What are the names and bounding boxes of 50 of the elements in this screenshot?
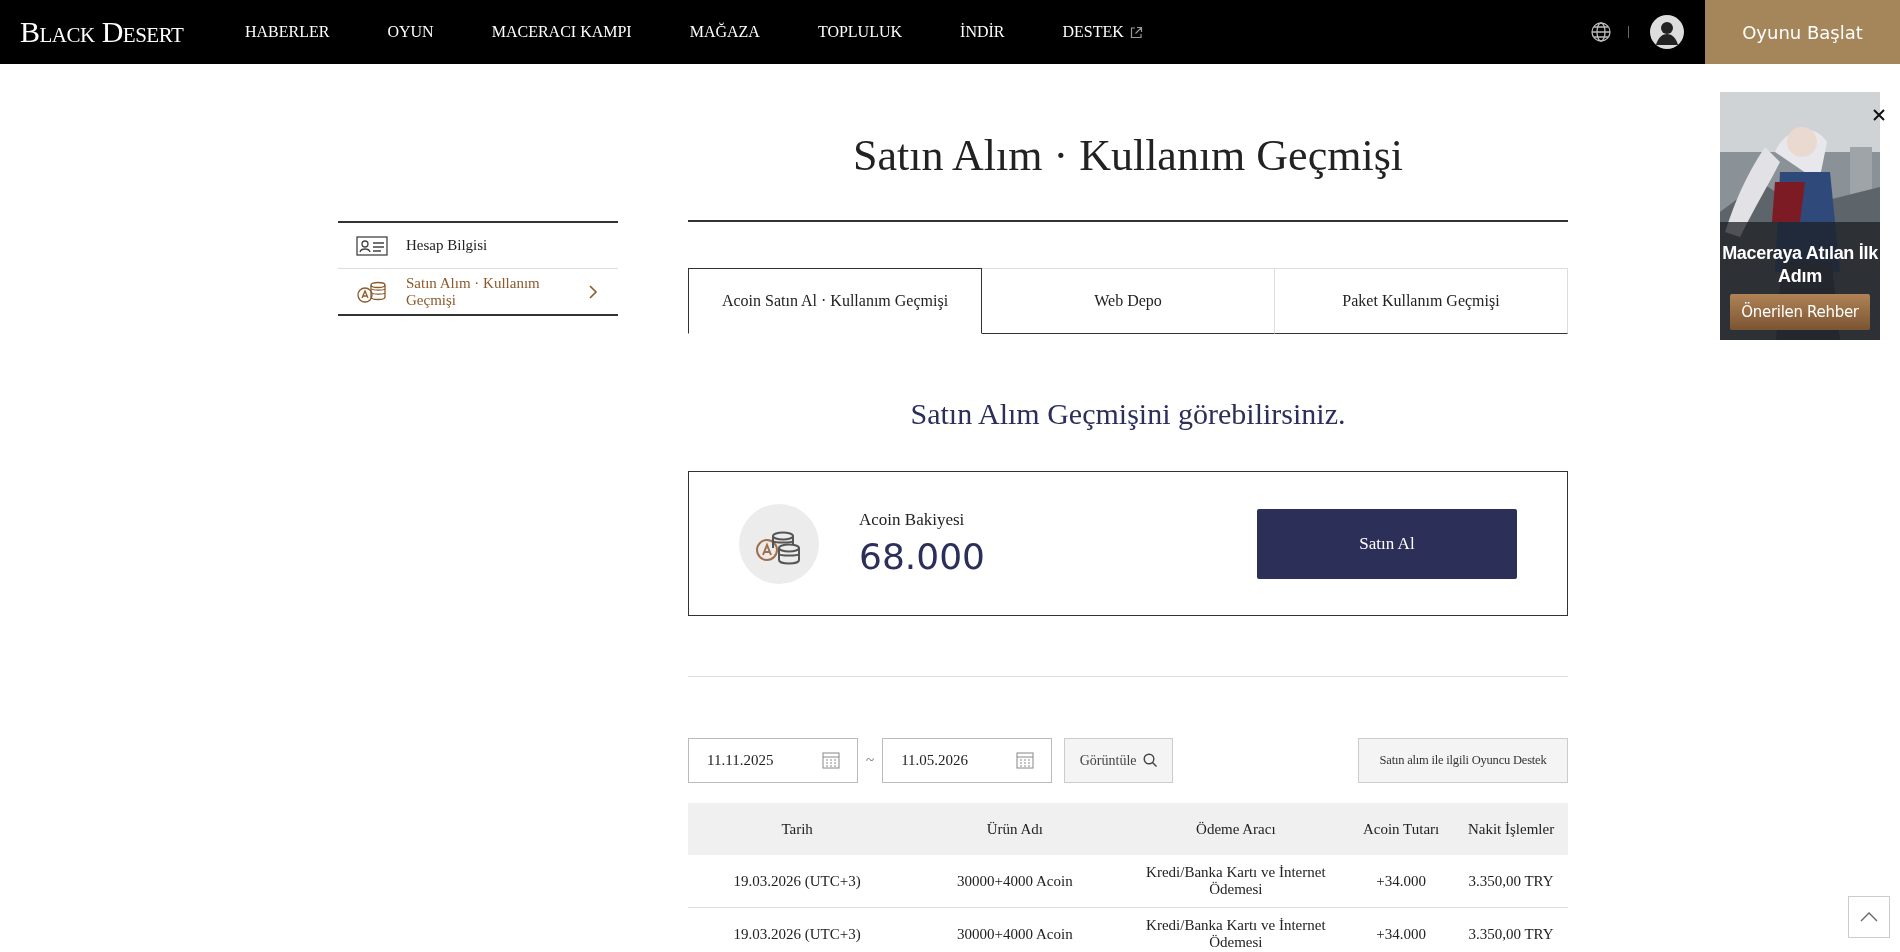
page-title: Satın Alım · Kullanım Geçmişi: [688, 64, 1568, 222]
chevron-right-icon: [588, 284, 598, 299]
external-link-icon: [1129, 25, 1143, 39]
table-cell: Kredi/Banka Kartı ve İnternet Ödemesi: [1123, 855, 1349, 908]
nav-link[interactable]: İNDİR: [960, 23, 1005, 41]
nav-link[interactable]: DESTEK: [1062, 23, 1143, 41]
sidebar-item[interactable]: Hesap Bilgisi: [338, 223, 618, 268]
close-icon[interactable]: [1872, 108, 1886, 122]
column-header: Tarih: [688, 803, 907, 855]
balance-label: Acoin Bakiyesi: [859, 510, 966, 530]
table-cell: 19.03.2026 (UTC+3): [688, 907, 907, 952]
column-header: Ödeme Aracı: [1123, 803, 1349, 855]
nav-link[interactable]: HABERLER: [245, 23, 330, 41]
tab[interactable]: Acoin Satın Al · Kullanım Geçmişi: [688, 268, 982, 334]
sidebar-item[interactable]: Satın Alım · Kullanım Geçmişi: [338, 268, 618, 314]
table-cell: Kredi/Banka Kartı ve İnternet Ödemesi: [1123, 907, 1349, 952]
date-range-separator: ~: [866, 752, 875, 769]
tab[interactable]: Paket Kullanım Geçmişi: [1275, 268, 1568, 334]
avatar-icon[interactable]: [1649, 14, 1685, 50]
table-cell: 3.350,00 TRY: [1454, 907, 1568, 952]
nav-link[interactable]: OYUN: [387, 23, 434, 41]
table-cell: 19.03.2026 (UTC+3): [688, 855, 907, 908]
table-cell: 30000+4000 Acoin: [906, 855, 1124, 908]
table-cell: +34.000: [1348, 855, 1455, 908]
column-header: Nakit İşlemler: [1454, 803, 1568, 855]
nav-link[interactable]: TOPLULUK: [817, 23, 903, 41]
buy-button[interactable]: Satın Al: [1257, 508, 1517, 579]
logo[interactable]: Black Desert: [20, 15, 245, 49]
guide-button[interactable]: Önerilen Rehber: [1730, 294, 1870, 330]
promo-title: Maceraya Atılan İlk Adım: [1721, 242, 1879, 288]
date-field[interactable]: 11.05.2026: [882, 738, 1053, 783]
coins-icon: [356, 279, 388, 304]
search-icon: [1142, 753, 1158, 768]
table-cell: 3.350,00 TRY: [1454, 855, 1568, 908]
table-cell: +34.000: [1348, 907, 1455, 952]
table-cell: 30000+4000 Acoin: [906, 907, 1124, 952]
section-heading: Satın Alım Geçmişini görebilirsiniz.: [909, 396, 1347, 432]
chevron-up-icon: [1860, 912, 1878, 922]
balance-amount: 68.000: [859, 536, 986, 577]
view-button[interactable]: Görüntüle: [1064, 738, 1174, 783]
tab[interactable]: Web Depo: [982, 268, 1275, 334]
date-field[interactable]: 11.11.2025: [688, 738, 858, 783]
nav-link[interactable]: MAĞAZA: [689, 23, 760, 41]
globe-icon[interactable]: [1590, 21, 1612, 43]
column-header: Acoin Tutarı: [1348, 803, 1455, 855]
player-support-button[interactable]: Satın alım ile ilgili Oyuncu Destek: [1358, 738, 1568, 783]
column-header: Ürün Adı: [906, 803, 1124, 855]
nav-link[interactable]: MACERACI KAMPI: [491, 23, 632, 41]
id-card-icon: [356, 233, 388, 258]
coins-icon: [739, 503, 819, 584]
